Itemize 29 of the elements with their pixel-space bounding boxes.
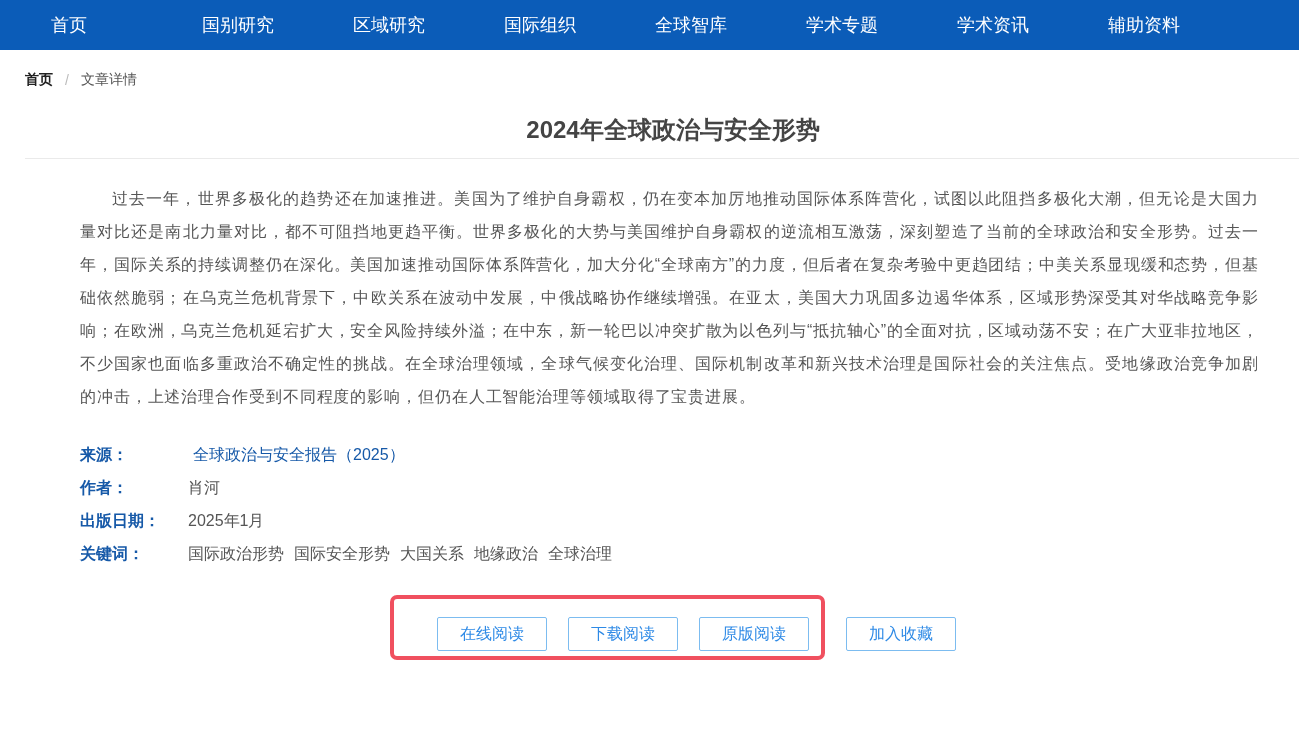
nav-item[interactable]: 区域研究	[353, 13, 504, 37]
meta-value: 肖河	[188, 478, 220, 498]
breadcrumb-link[interactable]: 文章详情	[80, 71, 137, 89]
meta-value: 大国关系	[400, 544, 464, 564]
action-button[interactable]: 原版阅读	[699, 617, 809, 651]
meta-value: 全球治理	[548, 544, 612, 564]
nav-item[interactable]: 国别研究	[202, 13, 353, 37]
nav-item[interactable]: 辅助资料	[1108, 13, 1259, 37]
action-button[interactable]: 在线阅读	[437, 617, 547, 651]
nav-item[interactable]: 学术专题	[806, 13, 957, 37]
meta-value: 地缘政治	[474, 544, 538, 564]
meta-label: 关键词：	[80, 544, 145, 564]
breadcrumb-separator: /	[65, 72, 69, 88]
meta-label: 出版日期：	[80, 511, 161, 531]
nav-item[interactable]: 学术资讯	[957, 13, 1108, 37]
breadcrumb-link[interactable]: 首页	[25, 71, 53, 89]
meta-label: 来源：	[80, 445, 129, 465]
nav-item[interactable]: 国际组织	[504, 13, 655, 37]
action-button[interactable]: 下载阅读	[568, 617, 678, 651]
meta-value: 2025年1月	[188, 511, 265, 531]
article-abstract: 过去一年，世界多极化的趋势还在加速推进。美国为了维护自身霸权，仍在变本加厉地推动国际体系阵营化，试图以此阻挡多极化大潮，但无论是大国力量对比还是南北力量对比，都不可阻挡地更趋平衡。世界多极化的大势与美国维护自身霸权的逆流相互激荡，深刻塑造了当前的全球政治和安全形势。过去一年，国际关系的持续调整仍在深化。美国加速推动国际体系阵营化，加大分化“全球南方”的力度，但后者在复杂考验中更趋团结；中美关系显现缓和态势，但基础依然脆弱；在乌克兰危机背景下，中欧关系在波动中发展，中俄战略协作继续增强。在亚太，美国大力巩固多边遏华体系，区域形势深受其对华战略竞争影响；在欧洲，乌克兰危机延宕扩大，安全风险持续外溢；在中东，新一轮巴以冲突扩散为以色列与“抵抗轴心”的全面对抗，区域动荡不安；在广大亚非拉地区，不少国家也面临多重政治不确定性的挑战。在全球治理领域，全球气候变化治理、国际机制改革和新兴技术治理是国际社会的关注焦点。受地缘政治竞争加剧的冲击，上述治理合作受到不同程度的影响，但仍在人工智能治理等领域取得了宝贵进展。	[80, 189, 1259, 407]
nav-item[interactable]: 全球智库	[655, 13, 806, 37]
meta-label: 作者：	[80, 478, 129, 498]
source-link[interactable]: 全球政治与安全报告（2025）	[193, 445, 405, 466]
nav-item[interactable]: 首页	[51, 13, 202, 37]
action-button[interactable]: 加入收藏	[846, 617, 956, 651]
article-title: 2024年全球政治与安全形势	[525, 115, 821, 145]
meta-value: 国际政治形势	[188, 544, 284, 564]
meta-value: 国际安全形势	[294, 544, 390, 564]
